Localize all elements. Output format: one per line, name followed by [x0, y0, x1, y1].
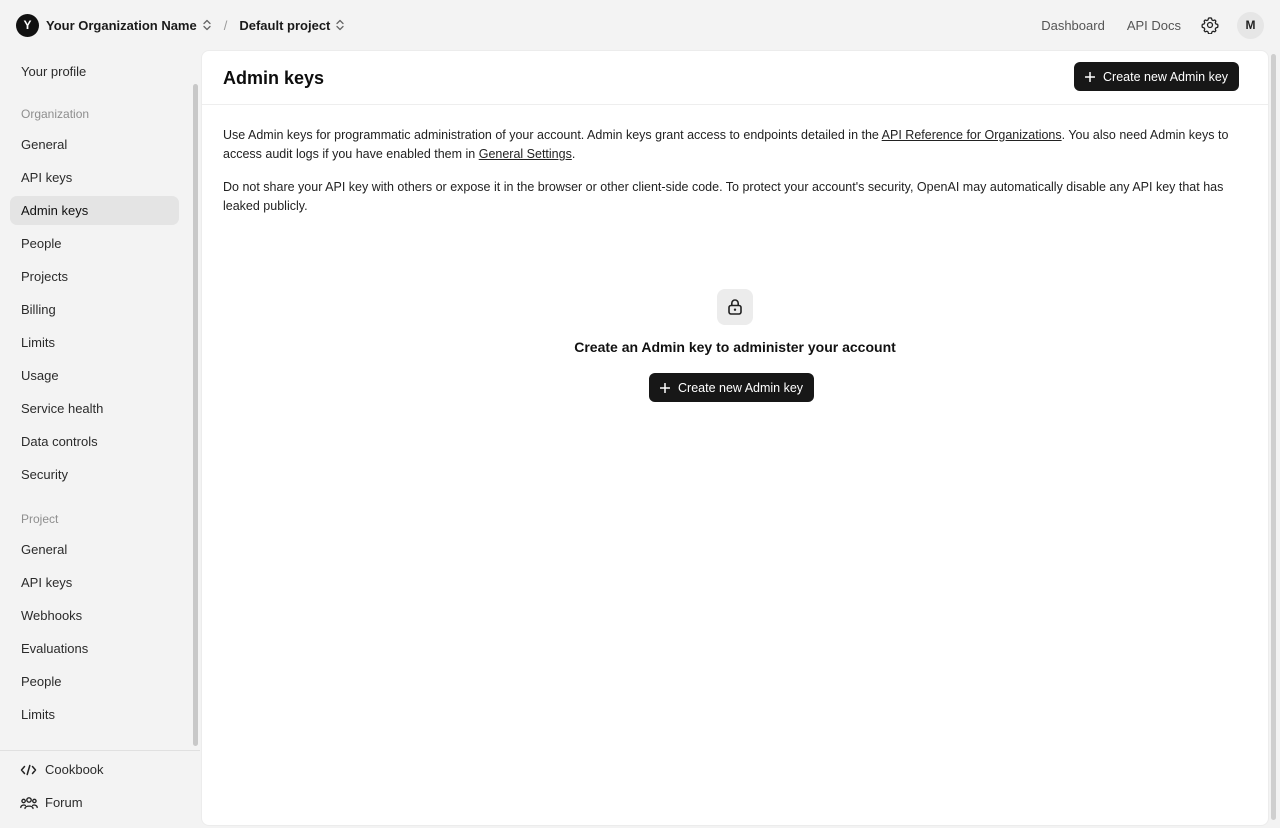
sidebar-item-webhooks[interactable]: Webhooks — [10, 601, 179, 630]
chevron-up-down-icon — [335, 19, 345, 31]
forum-label: Forum — [45, 795, 83, 810]
sidebar-item-service-health[interactable]: Service health — [10, 394, 179, 423]
sidebar-item-billing[interactable]: Billing — [10, 295, 179, 324]
sidebar-item-data-controls[interactable]: Data controls — [10, 427, 179, 456]
code-icon — [20, 764, 38, 776]
sidebar-item-admin-keys[interactable]: Admin keys — [10, 196, 179, 225]
sidebar-item-your-profile[interactable]: Your profile — [10, 57, 179, 86]
people-group-icon — [20, 796, 38, 810]
user-avatar[interactable]: M — [1237, 11, 1264, 39]
general-settings-link[interactable]: General Settings — [479, 147, 572, 161]
sidebar-item-limits[interactable]: Limits — [10, 328, 179, 357]
cookbook-label: Cookbook — [45, 762, 104, 777]
sidebar-section-organization: Organization — [21, 107, 90, 121]
page-title: Admin keys — [223, 68, 325, 88]
sidebar-item-usage[interactable]: Usage — [10, 361, 179, 390]
plus-icon — [660, 382, 670, 393]
sidebar-item-project-api-keys[interactable]: API keys — [10, 568, 179, 597]
settings-gear-icon[interactable] — [1201, 16, 1219, 34]
sidebar-divider — [0, 750, 200, 751]
sidebar-item-api-keys[interactable]: API keys — [10, 163, 179, 192]
api-reference-link[interactable]: API Reference for Organizations — [882, 128, 1062, 142]
security-warning: Do not share your API key with others or… — [223, 180, 1224, 213]
sidebar-section-project: Project — [21, 512, 59, 526]
top-bar: Y Your Organization Name / Default proje… — [0, 0, 1280, 50]
sidebar-scrollbar[interactable] — [193, 84, 198, 746]
sidebar-item-project-limits[interactable]: Limits — [10, 700, 179, 729]
top-nav: Dashboard API Docs M — [1019, 11, 1264, 39]
forum-link[interactable]: Forum — [10, 788, 179, 817]
cookbook-link[interactable]: Cookbook — [10, 755, 179, 784]
sidebar: Your profile Organization General API ke… — [0, 50, 200, 828]
project-switcher[interactable]: Default project — [239, 18, 345, 33]
chevron-up-down-icon — [202, 19, 212, 31]
sidebar-item-projects[interactable]: Projects — [10, 262, 179, 291]
empty-state-create-button[interactable]: Create new Admin key — [649, 373, 815, 402]
org-switcher[interactable]: Y Your Organization Name — [16, 13, 212, 37]
breadcrumb-separator: / — [223, 17, 228, 33]
main-panel: Admin keys Create new Admin key Use Admi… — [201, 50, 1269, 826]
sidebar-item-project-general[interactable]: General — [10, 535, 179, 564]
dashboard-link[interactable]: Dashboard — [1041, 18, 1105, 33]
main-header: Admin keys Create new Admin key — [202, 51, 1268, 105]
api-docs-link[interactable]: API Docs — [1127, 18, 1181, 33]
sidebar-item-general[interactable]: General — [10, 130, 179, 159]
page-scrollbar[interactable] — [1271, 54, 1276, 820]
sidebar-item-people[interactable]: People — [10, 229, 179, 258]
desc-text: . — [571, 147, 576, 161]
sidebar-item-project-people[interactable]: People — [10, 667, 179, 696]
org-avatar: Y — [16, 13, 39, 37]
desc-text: Use Admin keys for programmatic administ… — [223, 128, 882, 142]
create-admin-key-button[interactable]: Create new Admin key — [1074, 62, 1240, 91]
create-admin-key-label: Create new Admin key — [1103, 69, 1229, 84]
project-name: Default project — [239, 17, 331, 33]
sidebar-item-security[interactable]: Security — [10, 460, 179, 489]
plus-icon — [1085, 71, 1095, 82]
sidebar-item-evaluations[interactable]: Evaluations — [10, 634, 179, 663]
empty-state-title: Create an Admin key to administer your a… — [574, 339, 896, 355]
admin-keys-description: Use Admin keys for programmatic administ… — [223, 126, 1253, 164]
lock-icon — [717, 289, 753, 325]
org-name: Your Organization Name — [46, 17, 197, 33]
empty-state-create-label: Create new Admin key — [678, 380, 804, 395]
